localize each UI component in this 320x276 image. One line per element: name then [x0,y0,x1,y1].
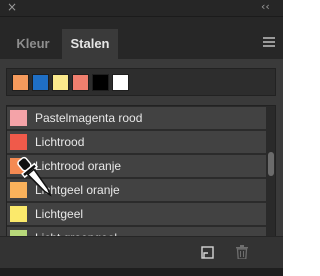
recent-swatch[interactable] [32,74,49,91]
swatch-color-chip [10,134,27,150]
scrollbar[interactable] [266,106,275,236]
tab-stalen[interactable]: Stalen [62,29,118,59]
swatch-color-chip [10,158,27,174]
swatch-color-chip [10,206,27,222]
swatch-label: Lichtrood [35,135,85,149]
close-icon[interactable]: × [7,1,19,13]
swatch-label: Lichtgeel oranje [35,183,120,197]
swatch-row[interactable]: Lichtgeel [7,203,266,227]
swatch-row[interactable]: Licht groengeel [7,227,266,236]
recent-swatch[interactable] [12,74,29,91]
scroll-thumb[interactable] [268,152,274,176]
new-swatch-icon[interactable] [201,246,214,259]
recent-swatch[interactable] [72,74,89,91]
swatches-panel: × ‹‹ Kleur Stalen Licht groengeel Lichtge… [0,0,283,276]
swatch-row[interactable]: Lichtrood oranje [7,155,266,179]
recent-swatch[interactable] [112,74,129,91]
swatch-color-chip [10,110,27,126]
swatch-label: Licht groengeel [35,227,117,236]
swatch-list: Licht groengeel Lichtgeel Lichtgeel oranje… [6,105,276,236]
panel-footer [0,236,283,269]
recent-swatch[interactable] [52,74,69,91]
hamburger-menu-icon[interactable] [263,37,275,47]
panel-content: Licht groengeel Lichtgeel Lichtgeel oranje… [0,59,283,236]
recent-swatch[interactable] [92,74,109,91]
swatch-label: Lichtgeel [35,207,84,221]
swatch-label: Lichtrood oranje [35,159,122,173]
trash-icon[interactable] [236,245,248,259]
swatch-row[interactable]: Lichtrood [7,131,266,155]
swatch-row[interactable]: Lichtgeel oranje [7,179,266,203]
swatch-row[interactable]: Pastelmagenta rood [7,107,266,131]
tab-bar: Kleur Stalen [0,17,283,59]
bottom-strip [0,268,283,276]
swatch-label: Pastelmagenta rood [35,111,143,125]
collapse-icon[interactable]: ‹‹ [261,0,275,14]
swatch-color-chip [10,182,27,198]
recent-colors-bar [6,68,276,96]
panel-titlebar: × ‹‹ [0,0,283,17]
tab-kleur[interactable]: Kleur [6,29,60,59]
